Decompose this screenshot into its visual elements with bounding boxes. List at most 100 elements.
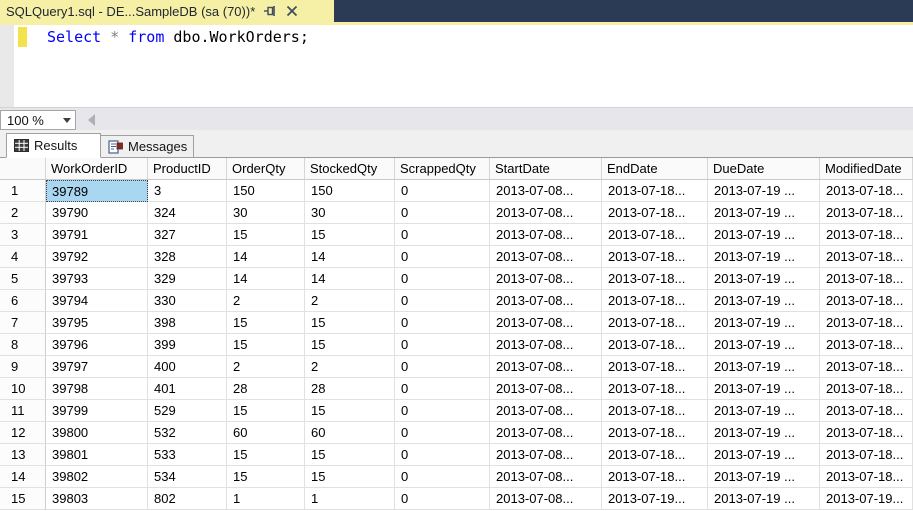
row-number[interactable]: 11	[0, 400, 46, 422]
grid-cell[interactable]: 2013-07-19 ...	[708, 180, 820, 202]
grid-cell[interactable]: 2013-07-18...	[820, 334, 913, 356]
row-number-header[interactable]	[0, 158, 46, 180]
grid-cell[interactable]: 28	[227, 378, 305, 400]
grid-cell[interactable]: 0	[395, 202, 490, 224]
grid-cell[interactable]: 39789	[46, 180, 148, 202]
grid-cell[interactable]: 2013-07-18...	[820, 290, 913, 312]
grid-cell[interactable]: 0	[395, 290, 490, 312]
grid-cell[interactable]: 39799	[46, 400, 148, 422]
grid-cell[interactable]: 401	[148, 378, 227, 400]
grid-cell[interactable]: 2013-07-08...	[490, 488, 602, 510]
column-header-workorderid[interactable]: WorkOrderID	[46, 158, 148, 180]
grid-cell[interactable]: 2013-07-08...	[490, 268, 602, 290]
grid-cell[interactable]: 2013-07-18...	[602, 246, 708, 268]
row-number[interactable]: 7	[0, 312, 46, 334]
grid-cell[interactable]: 0	[395, 180, 490, 202]
grid-cell[interactable]: 2013-07-19 ...	[708, 378, 820, 400]
column-header-enddate[interactable]: EndDate	[602, 158, 708, 180]
grid-cell[interactable]: 15	[305, 312, 395, 334]
grid-cell[interactable]: 15	[227, 312, 305, 334]
grid-cell[interactable]: 400	[148, 356, 227, 378]
grid-cell[interactable]: 39793	[46, 268, 148, 290]
grid-cell[interactable]: 39795	[46, 312, 148, 334]
grid-cell[interactable]: 39796	[46, 334, 148, 356]
grid-cell[interactable]: 2	[227, 356, 305, 378]
grid-cell[interactable]: 2013-07-18...	[820, 268, 913, 290]
column-header-scrappedqty[interactable]: ScrappedQty	[395, 158, 490, 180]
grid-cell[interactable]: 2	[305, 356, 395, 378]
row-number[interactable]: 9	[0, 356, 46, 378]
chevron-down-icon[interactable]	[59, 111, 75, 129]
grid-cell[interactable]: 0	[395, 246, 490, 268]
grid-cell[interactable]: 2013-07-19 ...	[708, 488, 820, 510]
grid-cell[interactable]: 2013-07-08...	[490, 224, 602, 246]
document-tab[interactable]: SQLQuery1.sql - DE...SampleDB (sa (70))*	[0, 0, 334, 22]
grid-cell[interactable]: 2013-07-18...	[820, 422, 913, 444]
grid-cell[interactable]: 2013-07-18...	[602, 312, 708, 334]
grid-cell[interactable]: 2013-07-19...	[820, 488, 913, 510]
row-number[interactable]: 2	[0, 202, 46, 224]
grid-cell[interactable]: 39801	[46, 444, 148, 466]
grid-cell[interactable]: 2013-07-08...	[490, 202, 602, 224]
grid-cell[interactable]: 2013-07-18...	[602, 400, 708, 422]
grid-cell[interactable]: 39797	[46, 356, 148, 378]
grid-cell[interactable]: 39794	[46, 290, 148, 312]
grid-cell[interactable]: 2013-07-08...	[490, 180, 602, 202]
grid-cell[interactable]: 39802	[46, 466, 148, 488]
column-header-stockedqty[interactable]: StockedQty	[305, 158, 395, 180]
grid-cell[interactable]: 2013-07-08...	[490, 312, 602, 334]
grid-cell[interactable]: 39790	[46, 202, 148, 224]
grid-cell[interactable]: 15	[305, 224, 395, 246]
grid-cell[interactable]: 2013-07-18...	[602, 202, 708, 224]
grid-cell[interactable]: 2013-07-19 ...	[708, 290, 820, 312]
grid-cell[interactable]: 2013-07-18...	[602, 466, 708, 488]
grid-cell[interactable]: 14	[305, 268, 395, 290]
row-number[interactable]: 1	[0, 180, 46, 202]
grid-cell[interactable]: 15	[227, 400, 305, 422]
grid-cell[interactable]: 2013-07-19 ...	[708, 246, 820, 268]
grid-cell[interactable]: 2013-07-19 ...	[708, 466, 820, 488]
grid-cell[interactable]: 2013-07-08...	[490, 356, 602, 378]
pin-icon[interactable]	[263, 4, 277, 18]
grid-cell[interactable]: 2013-07-18...	[820, 444, 913, 466]
grid-cell[interactable]: 2013-07-18...	[602, 224, 708, 246]
row-number[interactable]: 14	[0, 466, 46, 488]
grid-cell[interactable]: 2	[305, 290, 395, 312]
grid-cell[interactable]: 60	[305, 422, 395, 444]
grid-cell[interactable]: 1	[227, 488, 305, 510]
zoom-level-select[interactable]: 100 %	[0, 110, 76, 130]
grid-cell[interactable]: 39792	[46, 246, 148, 268]
grid-cell[interactable]: 399	[148, 334, 227, 356]
grid-cell[interactable]: 328	[148, 246, 227, 268]
tab-messages[interactable]: Messages	[101, 135, 194, 158]
query-text[interactable]: Select * from dbo.WorkOrders;	[47, 28, 309, 47]
close-icon[interactable]	[285, 4, 299, 18]
grid-cell[interactable]: 3	[148, 180, 227, 202]
grid-cell[interactable]: 0	[395, 422, 490, 444]
grid-cell[interactable]: 14	[227, 246, 305, 268]
grid-cell[interactable]: 2013-07-18...	[820, 356, 913, 378]
grid-cell[interactable]: 2013-07-19 ...	[708, 268, 820, 290]
grid-cell[interactable]: 2013-07-19...	[602, 488, 708, 510]
grid-cell[interactable]: 60	[227, 422, 305, 444]
grid-cell[interactable]: 329	[148, 268, 227, 290]
grid-cell[interactable]: 2013-07-18...	[820, 378, 913, 400]
grid-cell[interactable]: 324	[148, 202, 227, 224]
row-number[interactable]: 12	[0, 422, 46, 444]
column-header-productid[interactable]: ProductID	[148, 158, 227, 180]
grid-cell[interactable]: 0	[395, 400, 490, 422]
column-header-orderqty[interactable]: OrderQty	[227, 158, 305, 180]
grid-cell[interactable]: 2013-07-19 ...	[708, 422, 820, 444]
grid-cell[interactable]: 532	[148, 422, 227, 444]
grid-cell[interactable]: 0	[395, 488, 490, 510]
grid-cell[interactable]: 0	[395, 444, 490, 466]
grid-cell[interactable]: 398	[148, 312, 227, 334]
grid-cell[interactable]: 15	[227, 334, 305, 356]
grid-cell[interactable]: 529	[148, 400, 227, 422]
row-number[interactable]: 10	[0, 378, 46, 400]
grid-cell[interactable]: 14	[227, 268, 305, 290]
row-number[interactable]: 6	[0, 290, 46, 312]
grid-cell[interactable]: 0	[395, 312, 490, 334]
grid-cell[interactable]: 30	[305, 202, 395, 224]
grid-cell[interactable]: 2013-07-18...	[820, 312, 913, 334]
